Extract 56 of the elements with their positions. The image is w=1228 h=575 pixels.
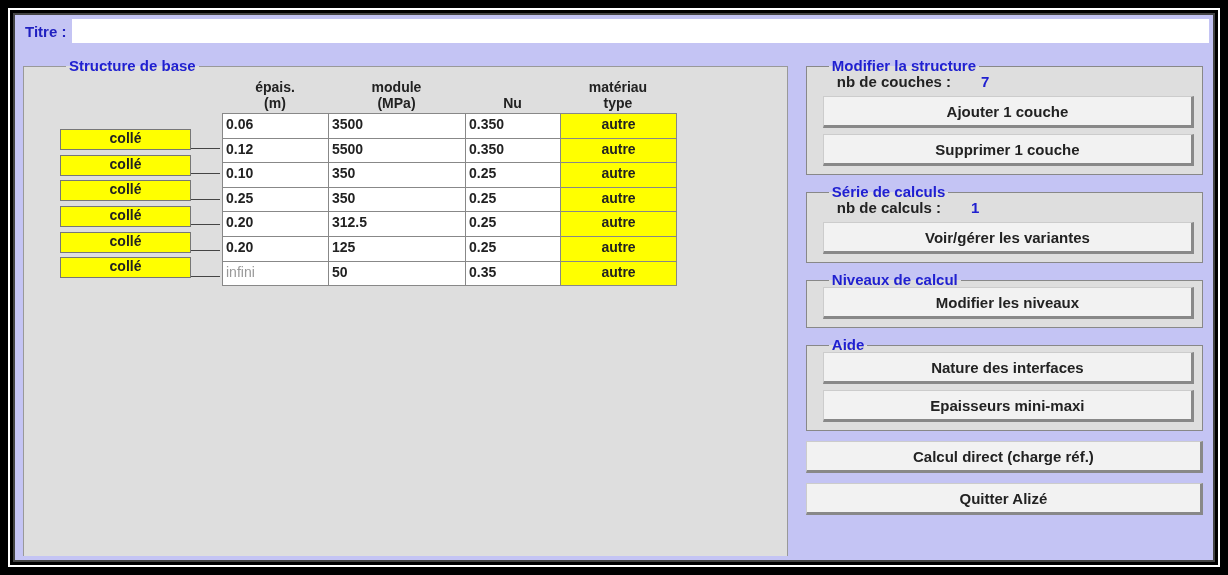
action-button[interactable]: Quitter Alizé xyxy=(805,483,1203,515)
thickness-cell[interactable]: 0.20 xyxy=(222,211,329,237)
nu-cell[interactable]: 0.350 xyxy=(465,113,561,139)
column-header: épais. (m) xyxy=(254,78,296,113)
title-label: Titre : xyxy=(24,22,68,40)
count-label: nb de couches : xyxy=(836,73,951,90)
interface-selector[interactable]: collé xyxy=(60,129,191,151)
interface-selector[interactable]: collé xyxy=(60,154,191,176)
group-title: Structure de base xyxy=(68,59,197,73)
modulus-cell[interactable]: 350 xyxy=(328,186,466,213)
action-button[interactable]: Nature des interfaces xyxy=(822,352,1194,384)
column-header: Nu xyxy=(502,94,523,113)
modulus-cell[interactable]: 5500 xyxy=(328,137,466,164)
thickness-cell[interactable]: 0.12 xyxy=(222,137,329,164)
count-value: 1 xyxy=(971,199,980,216)
action-button[interactable]: Epaisseurs mini-maxi xyxy=(822,390,1194,422)
column-header: matériau type xyxy=(587,78,649,113)
modulus-cell[interactable]: 350 xyxy=(328,162,466,188)
group-title: Série de calculs xyxy=(830,185,947,199)
interface-selector[interactable]: collé xyxy=(60,206,191,228)
interface-selector[interactable]: collé xyxy=(60,257,191,279)
thickness-cell[interactable]: 0.10 xyxy=(222,162,329,188)
count-value: 7 xyxy=(981,73,990,90)
column-header: module (MPa) xyxy=(370,78,423,113)
modulus-cell[interactable]: 50 xyxy=(328,260,466,287)
title-field[interactable] xyxy=(72,19,1209,43)
nu-cell[interactable]: 0.25 xyxy=(465,186,561,213)
material-cell[interactable]: autre xyxy=(560,186,677,213)
nu-cell[interactable]: 0.35 xyxy=(465,260,561,287)
modulus-cell[interactable]: 312.5 xyxy=(328,211,466,237)
material-cell[interactable]: autre xyxy=(560,260,677,287)
material-cell[interactable]: autre xyxy=(560,137,677,164)
thickness-cell[interactable]: 0.06 xyxy=(222,113,329,139)
action-button[interactable]: Calcul direct (charge réf.) xyxy=(805,441,1203,473)
count-label: nb de calculs : xyxy=(836,199,942,216)
action-button[interactable]: Supprimer 1 couche xyxy=(822,134,1194,166)
material-cell[interactable]: autre xyxy=(560,235,677,262)
thickness-cell[interactable]: 0.25 xyxy=(222,186,329,213)
modulus-cell[interactable]: 125 xyxy=(328,235,466,262)
material-cell[interactable]: autre xyxy=(560,113,677,139)
group-title: Aide xyxy=(830,338,866,352)
material-cell[interactable]: autre xyxy=(560,211,677,237)
nu-cell[interactable]: 0.25 xyxy=(465,211,561,237)
group-title: Modifier la structure xyxy=(830,59,978,73)
nu-cell[interactable]: 0.350 xyxy=(465,137,561,164)
modulus-cell[interactable]: 3500 xyxy=(328,113,466,139)
interface-selector[interactable]: collé xyxy=(60,231,191,253)
action-button[interactable]: Modifier les niveaux xyxy=(822,287,1194,319)
interface-selector[interactable]: collé xyxy=(60,180,191,202)
nu-cell[interactable]: 0.25 xyxy=(465,162,561,188)
thickness-cell[interactable]: 0.20 xyxy=(222,235,329,262)
action-button[interactable]: Ajouter 1 couche xyxy=(822,96,1194,128)
action-button[interactable]: Voir/gérer les variantes xyxy=(822,222,1194,254)
group-title: Niveaux de calcul xyxy=(830,273,959,287)
material-cell[interactable]: autre xyxy=(560,162,677,188)
nu-cell[interactable]: 0.25 xyxy=(465,235,561,262)
